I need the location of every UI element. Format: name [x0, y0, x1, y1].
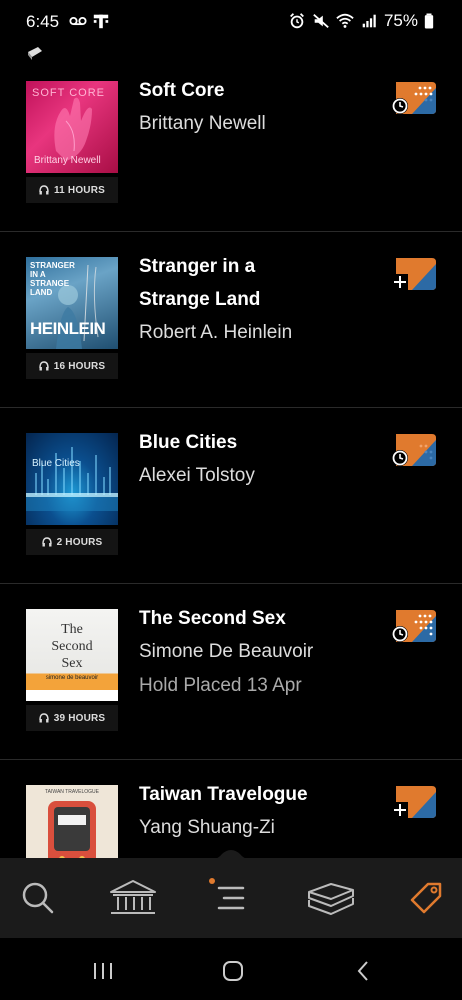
duration-badge: 16 HOURS: [26, 353, 118, 379]
tag-icon: [410, 882, 442, 914]
book-title[interactable]: Taiwan Travelogue: [139, 778, 369, 811]
cover-title-text: The Second Sex: [51, 622, 93, 671]
signal-icon: [362, 14, 376, 28]
status-bar: 6:45 75%: [0, 0, 462, 44]
book-row[interactable]: STRANGER IN A STRANGE LAND HEINLEIN 16 H…: [0, 232, 462, 408]
hold-status: Hold Placed 13 Apr: [139, 675, 302, 696]
duration-text: 2 HOURS: [56, 536, 103, 548]
nav-menu[interactable]: [207, 874, 255, 922]
recents-button[interactable]: [88, 956, 118, 986]
book-title[interactable]: The Second Sex: [139, 602, 369, 635]
hold-placed-button[interactable]: [392, 608, 438, 644]
alarm-icon: [290, 13, 304, 29]
nav-shelf[interactable]: [304, 874, 358, 922]
headphones-icon: [39, 185, 49, 195]
mute-icon: [313, 14, 329, 28]
menu-icon: [217, 886, 245, 910]
home-button[interactable]: [218, 956, 248, 986]
cover-author: Brittany Newell: [34, 155, 101, 166]
cover-title: TAIWAN TRAVELOGUE: [45, 789, 99, 795]
battery-percent: 75%: [383, 11, 418, 30]
book-cover[interactable]: Blue Cities: [26, 433, 118, 525]
home-icon: [223, 961, 243, 981]
book-author[interactable]: Alexei Tolstoy: [139, 461, 255, 491]
battery-icon: [424, 13, 434, 29]
book-row[interactable]: Blue Cities 2 HOURS Blue Cities Alexei T…: [0, 408, 462, 584]
book-cover[interactable]: SOFT CORE Brittany Newell: [26, 81, 118, 173]
cover-title: The Second Sex: [26, 621, 118, 672]
duration-text: 39 HOURS: [53, 712, 106, 724]
duration-badge: 2 HOURS: [26, 529, 118, 555]
notification-dot: [209, 878, 215, 884]
wifi-icon: [336, 13, 354, 28]
place-hold-button[interactable]: [392, 432, 438, 468]
duration-badge: 39 HOURS: [26, 705, 118, 731]
book-title[interactable]: Soft Core: [139, 74, 369, 107]
book-row[interactable]: The Second Sex simone de beauvoir 39 HOU…: [0, 584, 462, 760]
status-left-icons: [68, 12, 110, 30]
library-icon: [110, 880, 156, 914]
book-author[interactable]: Brittany Newell: [139, 109, 266, 139]
recents-icon: [94, 963, 112, 979]
shelf-icon: [308, 883, 354, 915]
headphones-icon: [41, 537, 52, 547]
book-author[interactable]: Simone De Beauvoir: [139, 637, 313, 667]
add-to-list-button[interactable]: [392, 784, 438, 820]
nav-search[interactable]: [14, 874, 62, 922]
system-nav-bar: [0, 938, 462, 1000]
cover-title: STRANGER IN A STRANGE LAND: [30, 261, 75, 297]
city-lights-cover-art-icon: [26, 447, 118, 511]
nav-library[interactable]: [106, 874, 160, 922]
book-title[interactable]: Blue Cities: [139, 426, 369, 459]
voicemail-icon: [69, 16, 87, 26]
back-button[interactable]: [348, 956, 378, 986]
duration-badge: 11 HOURS: [26, 177, 118, 203]
nav-tags[interactable]: [402, 874, 450, 922]
bottom-nav: [0, 858, 462, 938]
duration-text: 11 HOURS: [53, 184, 106, 196]
book-cover[interactable]: The Second Sex simone de beauvoir: [26, 609, 118, 701]
headphones-icon: [38, 713, 49, 723]
back-icon: [357, 961, 368, 981]
cover-title: SOFT CORE: [32, 87, 105, 99]
search-icon: [22, 882, 54, 914]
book-author[interactable]: Robert A. Heinlein: [139, 318, 292, 348]
status-right: 75%: [288, 11, 434, 31]
book-title[interactable]: Stranger in a Strange Land: [139, 250, 289, 316]
status-time: 6:45: [26, 12, 60, 31]
headphones-icon: [38, 361, 49, 371]
book-author[interactable]: Yang Shuang-Zi: [139, 813, 275, 843]
book-row[interactable]: SOFT CORE Brittany Newell 11 HOURS Soft …: [0, 56, 462, 232]
cover-title: Blue Cities: [32, 458, 80, 469]
add-to-list-button[interactable]: [392, 256, 438, 292]
duration-text: 16 HOURS: [53, 360, 106, 372]
cover-author: simone de beauvoir: [45, 675, 99, 681]
book-cover[interactable]: STRANGER IN A STRANGE LAND HEINLEIN: [26, 257, 118, 349]
t-mobile-icon: [93, 14, 109, 29]
cover-author: HEINLEIN: [30, 319, 106, 338]
place-hold-button[interactable]: [392, 80, 438, 116]
